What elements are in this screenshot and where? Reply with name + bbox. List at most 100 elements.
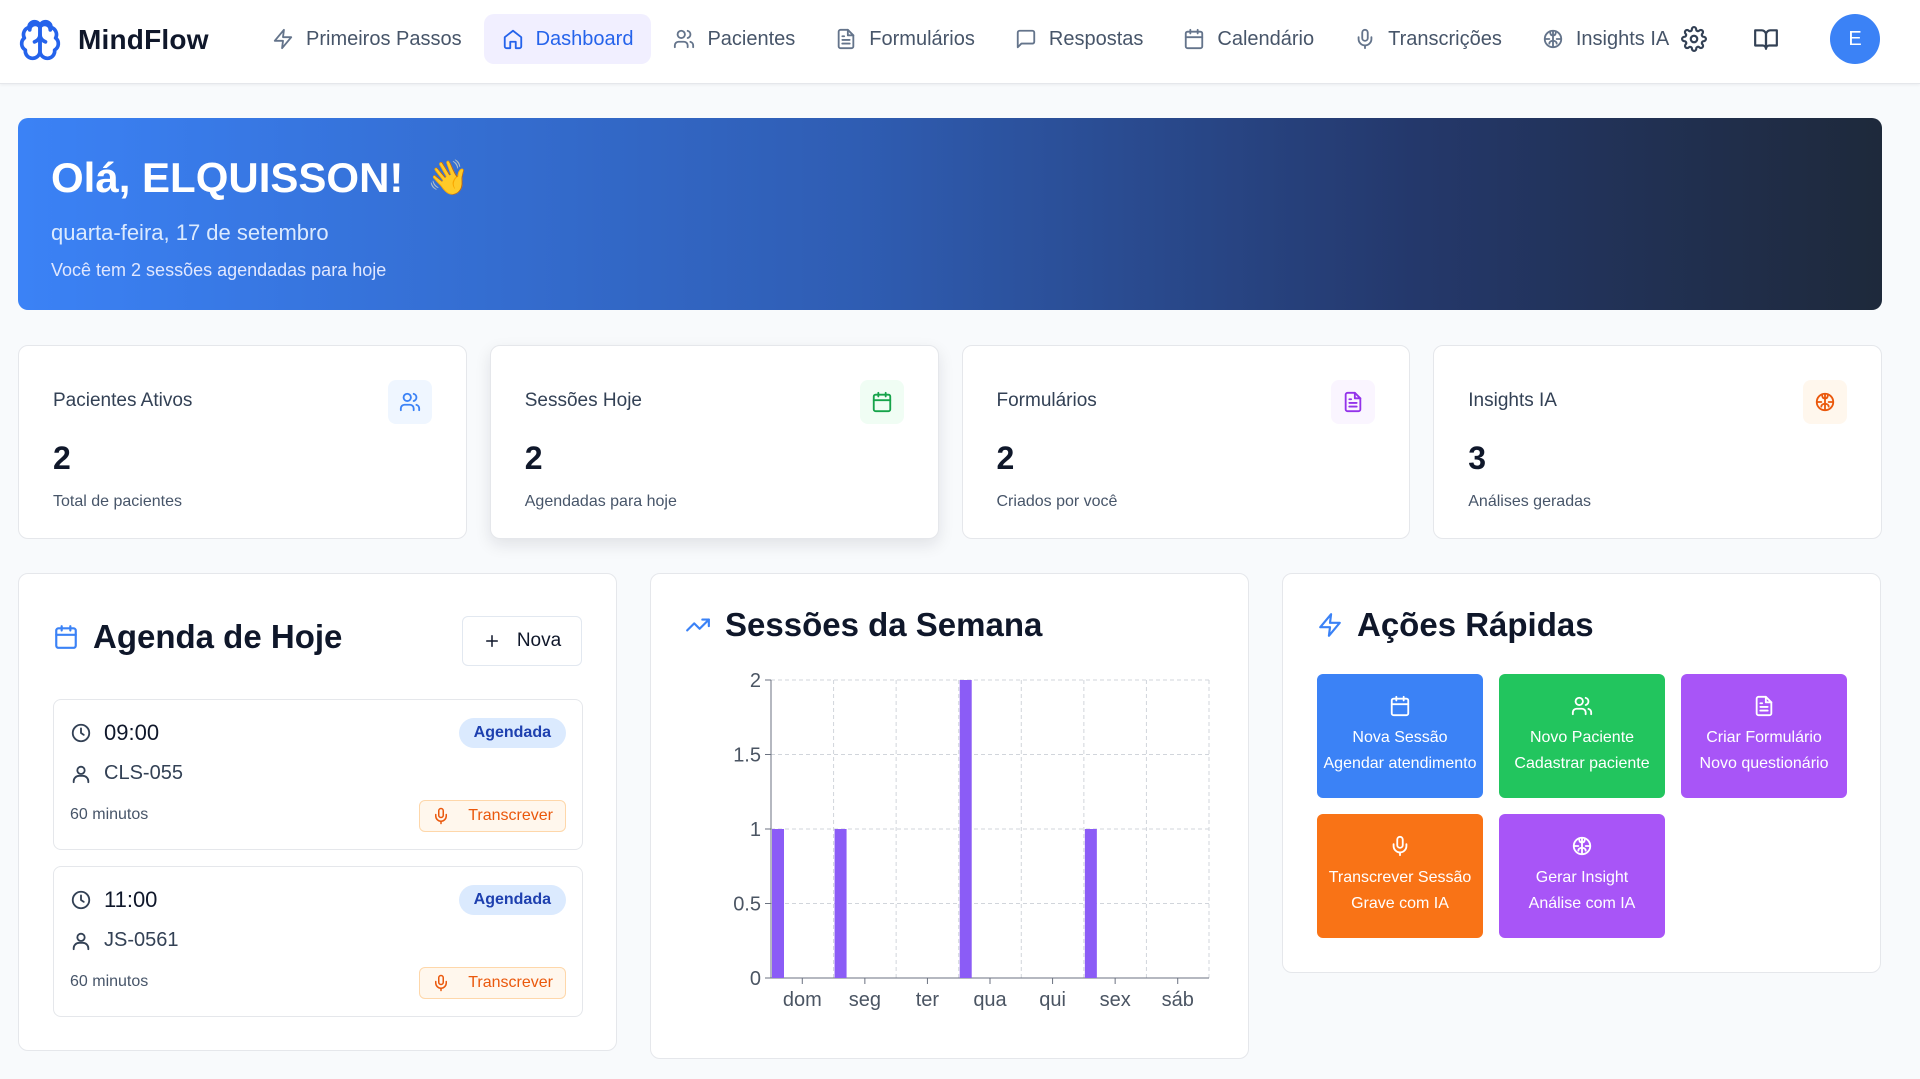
agenda-panel: Agenda de Hoje Nova 09:00 CLS-055 60 min… xyxy=(18,573,617,1051)
x-tick-label: ter xyxy=(916,989,940,1011)
quick-action-transcribe-session[interactable]: Transcrever Sessão Grave com IA xyxy=(1317,814,1483,938)
settings-button[interactable] xyxy=(1676,21,1712,57)
book-open-icon xyxy=(1754,29,1778,50)
home-icon xyxy=(503,29,522,50)
x-tick-label: qua xyxy=(973,989,1007,1011)
nav-item-label: Respostas xyxy=(1048,27,1144,50)
nav-item-label: Primeiros Passos xyxy=(306,27,462,50)
y-tick-label: 2 xyxy=(750,670,761,692)
brand[interactable]: MindFlow xyxy=(18,18,209,62)
appointment-duration: 60 minutos xyxy=(70,973,149,990)
zap-icon xyxy=(1319,613,1341,637)
clock-icon xyxy=(71,723,91,743)
appointment-card[interactable]: 09:00 CLS-055 60 minutos Agendada Transc… xyxy=(53,699,583,850)
brain-icon xyxy=(1572,836,1592,856)
nav-item-insights-ia[interactable]: Insights IA xyxy=(1524,14,1687,64)
brain-logo-icon xyxy=(19,19,61,61)
greeting-title: Olá, ELQUISSON! xyxy=(51,154,404,201)
waving-hand-icon: 👋 xyxy=(427,159,470,197)
nav-item-formularios[interactable]: Formulários xyxy=(817,14,993,64)
appointment-patient-code: CLS-055 xyxy=(104,762,183,784)
nav-item-transcricoes[interactable]: Transcrições xyxy=(1336,14,1520,64)
new-appointment-button[interactable]: Nova xyxy=(462,616,582,666)
nav-item-pacientes[interactable]: Pacientes xyxy=(655,14,813,64)
file-icon xyxy=(1755,695,1773,717)
stat-label: Pacientes Ativos xyxy=(53,390,193,411)
quick-action-subtitle: Grave com IA xyxy=(1351,895,1449,912)
quick-action-title: Criar Formulário xyxy=(1706,729,1822,746)
y-tick-label: 1 xyxy=(750,819,761,841)
quick-action-title: Novo Paciente xyxy=(1529,729,1635,746)
quick-action-new-session[interactable]: Nova Sessão Agendar atendimento xyxy=(1317,674,1483,798)
nav-item-calendario[interactable]: Calendário xyxy=(1165,14,1332,64)
nav-item-respostas[interactable]: Respostas xyxy=(997,14,1162,64)
bar xyxy=(834,829,847,978)
user-icon xyxy=(72,932,90,950)
y-tick-label: 0 xyxy=(750,968,761,990)
quick-action-generate-insight[interactable]: Gerar Insight Análise com IA xyxy=(1499,814,1665,938)
appointment-time-value: 09:00 xyxy=(104,720,160,745)
appointment-duration: 60 minutos xyxy=(70,806,149,823)
gear-icon xyxy=(1681,26,1707,52)
appointment-time: 09:00 xyxy=(70,720,159,746)
file-icon xyxy=(1331,380,1376,424)
calendar-icon xyxy=(859,380,904,424)
users-icon xyxy=(674,29,695,49)
plus-icon xyxy=(485,635,498,647)
stat-value: 2 xyxy=(524,440,543,476)
zap-icon xyxy=(273,28,293,50)
new-appointment-label: Nova xyxy=(516,630,562,651)
nav-menu: Primeiros Passos Dashboard Pacientes For… xyxy=(254,14,1687,64)
app-name: MindFlow xyxy=(78,24,209,55)
mic-icon xyxy=(435,807,448,825)
brain-icon xyxy=(1803,380,1847,424)
nav-item-label: Dashboard xyxy=(535,27,634,50)
mic-icon xyxy=(435,974,448,992)
stat-card-formularios: Formulários 2 Criados por você xyxy=(961,345,1411,539)
quick-action-title: Gerar Insight xyxy=(1535,869,1629,886)
agenda-title-row: Agenda de Hoje xyxy=(53,618,342,656)
bar xyxy=(772,829,784,978)
nav-actions: E xyxy=(1676,14,1880,64)
quick-actions-title-row: Ações Rápidas xyxy=(1317,606,1594,644)
stat-card-sessoes: Sessões Hoje 2 Agendadas para hoje xyxy=(489,345,939,539)
stat-caption: Agendadas para hoje xyxy=(524,493,677,510)
bar xyxy=(1084,829,1097,978)
quick-action-title: Transcrever Sessão xyxy=(1328,869,1472,886)
appointment-time: 11:00 xyxy=(70,887,157,913)
brain-icon xyxy=(1543,29,1563,49)
welcome-banner: Olá, ELQUISSON! 👋 quarta-feira, 17 de se… xyxy=(18,118,1882,310)
stat-value: 2 xyxy=(996,440,1015,476)
transcribe-button[interactable]: Transcrever xyxy=(419,800,566,832)
appointment-patient: CLS-055 xyxy=(70,762,183,785)
quick-action-subtitle: Agendar atendimento xyxy=(1323,755,1477,772)
quick-action-create-form[interactable]: Criar Formulário Novo questionário xyxy=(1681,674,1847,798)
x-tick-label: dom xyxy=(783,989,822,1011)
x-tick-label: seg xyxy=(849,989,881,1011)
stat-label: Insights IA xyxy=(1468,390,1557,411)
stat-label: Sessões Hoje xyxy=(524,390,642,411)
greeting-row: Olá, ELQUISSON! 👋 xyxy=(51,154,1849,202)
nav-item-primeiros-passos[interactable]: Primeiros Passos xyxy=(254,14,480,64)
mic-icon xyxy=(1392,835,1408,857)
guide-button[interactable] xyxy=(1748,21,1784,57)
nav-item-label: Calendário xyxy=(1217,27,1315,50)
quick-action-subtitle: Novo questionário xyxy=(1699,755,1829,772)
x-tick-label: qui xyxy=(1039,989,1066,1011)
nav-item-dashboard[interactable]: Dashboard xyxy=(483,14,652,64)
transcribe-button[interactable]: Transcrever xyxy=(419,967,566,999)
stat-caption: Criados por você xyxy=(996,493,1118,510)
quick-action-subtitle: Análise com IA xyxy=(1528,895,1636,912)
appointment-card[interactable]: 11:00 JS-0561 60 minutos Agendada Transc… xyxy=(53,866,583,1017)
user-avatar[interactable]: E xyxy=(1830,14,1880,64)
nav-item-label: Pacientes xyxy=(707,27,796,50)
transcribe-label: Transcrever xyxy=(468,807,553,824)
stat-caption: Análises geradas xyxy=(1468,493,1591,510)
quick-action-new-patient[interactable]: Novo Paciente Cadastrar paciente xyxy=(1499,674,1665,798)
status-badge: Agendada xyxy=(458,718,566,748)
quick-actions-panel: Ações Rápidas Nova Sessão Agendar atendi… xyxy=(1282,573,1881,973)
current-date: quarta-feira, 17 de setembro xyxy=(51,220,329,245)
weekly-sessions-panel: Sessões da Semana 0 0.5 1 1.5 2 dom seg ter qua q… xyxy=(650,573,1249,1059)
quick-actions-title: Ações Rápidas xyxy=(1357,606,1594,643)
nav-item-label: Insights IA xyxy=(1575,27,1670,50)
